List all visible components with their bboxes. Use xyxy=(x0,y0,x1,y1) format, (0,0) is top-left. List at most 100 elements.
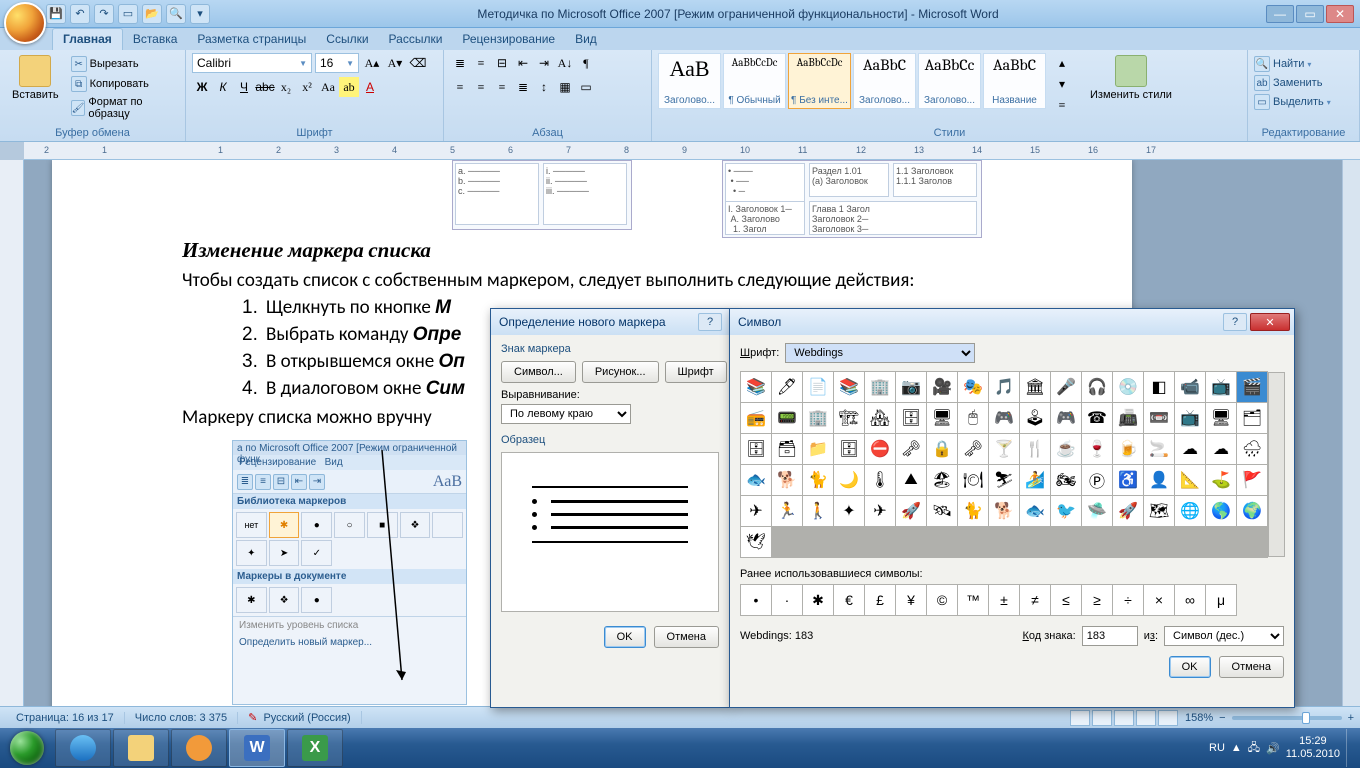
numbering-button[interactable]: ≡ xyxy=(471,53,491,73)
symbol-cell[interactable]: 🐈 xyxy=(958,496,988,526)
symbol-cell[interactable]: 📚 xyxy=(741,372,771,402)
symbol-cell[interactable]: 🕹 xyxy=(1020,403,1050,433)
symbol-cell[interactable]: 🐟 xyxy=(741,465,771,495)
zoom-minus-button[interactable]: − xyxy=(1219,712,1225,724)
symbol-cell[interactable]: 🏛 xyxy=(1020,372,1050,402)
replace-button[interactable]: abЗаменить xyxy=(1254,75,1322,91)
tab-mail[interactable]: Рассылки xyxy=(379,29,453,50)
tab-layout[interactable]: Разметка страницы xyxy=(187,29,316,50)
subscript-button[interactable]: x₂ xyxy=(276,77,296,97)
highlight-button[interactable]: ab xyxy=(339,77,359,97)
start-button[interactable] xyxy=(0,728,54,768)
symbol-cell[interactable]: 🐈 xyxy=(803,465,833,495)
recent-symbol-cell[interactable]: ™ xyxy=(958,585,988,615)
recent-symbol-cell[interactable]: ∞ xyxy=(1175,585,1205,615)
style-tile[interactable]: AaBbCcЗаголово... xyxy=(918,53,981,109)
cut-button[interactable]: ✂Вырезать xyxy=(69,55,179,73)
symbol-cell[interactable]: 🗄 xyxy=(834,434,864,464)
copy-button[interactable]: ⧉Копировать xyxy=(69,75,179,93)
symbol-cell[interactable]: ⛔ xyxy=(865,434,895,464)
symbol-cell[interactable]: 🗝 xyxy=(896,434,926,464)
symbol-cell[interactable]: 👤 xyxy=(1144,465,1174,495)
minimize-button[interactable]: — xyxy=(1266,5,1294,23)
symbol-cell[interactable]: 📻 xyxy=(741,403,771,433)
style-tile[interactable]: AaBbCНазвание xyxy=(983,53,1046,109)
styles-gallery[interactable]: АаВЗаголово...AaBbCcDc¶ ОбычныйAaBbCcDc¶… xyxy=(658,53,1046,109)
recent-symbol-cell[interactable]: • xyxy=(741,585,771,615)
sort-button[interactable]: A↓ xyxy=(555,53,575,73)
symbol-cell[interactable]: 🐕 xyxy=(989,496,1019,526)
decrease-indent-button[interactable]: ⇤ xyxy=(513,53,533,73)
styles-more-button[interactable]: ≡ xyxy=(1052,95,1072,115)
symbol-cell[interactable]: 📚 xyxy=(834,372,864,402)
symbol-cell[interactable]: 🎵 xyxy=(989,372,1019,402)
symbol-cell[interactable]: 📟 xyxy=(772,403,802,433)
symbol-cell[interactable]: 📐 xyxy=(1175,465,1205,495)
tab-view[interactable]: Вид xyxy=(565,29,607,50)
underline-button[interactable]: Ч xyxy=(234,77,254,97)
align-left-button[interactable]: ≡ xyxy=(450,77,470,97)
symbol-cell[interactable]: 📺 xyxy=(1175,403,1205,433)
style-tile[interactable]: AaBbCcDc¶ Без инте... xyxy=(788,53,851,109)
status-page[interactable]: Страница: 16 из 17 xyxy=(6,712,125,724)
marker-cancel-button[interactable]: Отмена xyxy=(654,626,719,648)
symbol-cell[interactable]: 🌙 xyxy=(834,465,864,495)
show-desktop-button[interactable] xyxy=(1346,729,1354,767)
symbol-cell[interactable]: 🏗 xyxy=(834,403,864,433)
qat-undo-icon[interactable]: ↶ xyxy=(70,4,90,24)
change-case-button[interactable]: Aa xyxy=(318,77,338,97)
office-button[interactable] xyxy=(4,2,46,44)
symbol-cell[interactable]: ⛰ xyxy=(896,465,926,495)
symbol-grid[interactable]: 📚🖊📄📚🏢📷🎥🎭🎵🏛🎤🎧💿◧📹📺🎬📻📟🏢🏗🏘🗄🖥🖱🎮🕹🎮☎📠📼📺🖥🗂🗄🗃📁🗄⛔🗝… xyxy=(740,371,1268,558)
recent-symbol-cell[interactable]: ± xyxy=(989,585,1019,615)
symbol-button[interactable]: Символ... xyxy=(501,361,576,383)
symbol-ok-button[interactable]: OK xyxy=(1169,656,1211,678)
symbol-cell[interactable]: 🗝 xyxy=(958,434,988,464)
format-painter-button[interactable]: 🖌Формат по образцу xyxy=(69,95,179,121)
status-lang[interactable]: ✎ Русский (Россия) xyxy=(238,711,362,724)
tray-network-icon[interactable]: 🖧 xyxy=(1248,739,1260,758)
recent-symbol-cell[interactable]: ≤ xyxy=(1051,585,1081,615)
symbol-cell[interactable]: ⛳ xyxy=(1206,465,1236,495)
recent-symbol-cell[interactable]: © xyxy=(927,585,957,615)
strike-button[interactable]: abc xyxy=(255,77,275,97)
recent-symbol-cell[interactable]: μ xyxy=(1206,585,1236,615)
symbol-cell[interactable]: 📄 xyxy=(803,372,833,402)
maximize-button[interactable]: ▭ xyxy=(1296,5,1324,23)
change-styles-button[interactable]: Изменить стили xyxy=(1084,53,1178,103)
zoom-plus-button[interactable]: + xyxy=(1348,712,1354,724)
tab-insert[interactable]: Вставка xyxy=(123,29,188,50)
symbol-cell[interactable]: ☁ xyxy=(1175,434,1205,464)
recent-symbol-cell[interactable]: × xyxy=(1144,585,1174,615)
shading-button[interactable]: ▦ xyxy=(555,77,575,97)
style-tile[interactable]: AaBbCЗаголово... xyxy=(853,53,916,109)
charcode-input[interactable] xyxy=(1082,626,1138,646)
symbol-cell[interactable]: 🌐 xyxy=(1175,496,1205,526)
view-outline-button[interactable] xyxy=(1136,710,1156,726)
dialog-close-button[interactable]: ✕ xyxy=(1250,313,1290,331)
task-ie[interactable] xyxy=(55,729,111,767)
symbol-cell[interactable]: 🏍 xyxy=(1051,465,1081,495)
vertical-scrollbar[interactable] xyxy=(1342,160,1360,727)
view-draft-button[interactable] xyxy=(1158,710,1178,726)
symbol-cell[interactable]: 🐦 xyxy=(1051,496,1081,526)
from-select[interactable]: Символ (дес.) xyxy=(1164,626,1284,646)
line-spacing-button[interactable]: ↕ xyxy=(534,77,554,97)
styles-row-up-button[interactable]: ▴ xyxy=(1052,53,1072,73)
recent-symbol-cell[interactable]: ≠ xyxy=(1020,585,1050,615)
tab-refs[interactable]: Ссылки xyxy=(316,29,378,50)
symbol-cell[interactable]: 🚩 xyxy=(1237,465,1267,495)
symbol-cell[interactable]: 🏢 xyxy=(803,403,833,433)
tab-review[interactable]: Рецензирование xyxy=(452,29,565,50)
symbol-font-select[interactable]: Webdings xyxy=(785,343,975,363)
zoom-value[interactable]: 158% xyxy=(1185,712,1213,724)
symbol-cell[interactable]: 🔒 xyxy=(927,434,957,464)
symbol-cell[interactable]: ☁ xyxy=(1206,434,1236,464)
symbol-cell[interactable]: 🎮 xyxy=(1051,403,1081,433)
bold-button[interactable]: Ж xyxy=(192,77,212,97)
symbol-cell[interactable]: 🌎 xyxy=(1206,496,1236,526)
style-tile[interactable]: АаВЗаголово... xyxy=(658,53,721,109)
recent-symbol-cell[interactable]: € xyxy=(834,585,864,615)
symbol-cell[interactable]: ✦ xyxy=(834,496,864,526)
font-button[interactable]: Шрифт xyxy=(665,361,727,383)
